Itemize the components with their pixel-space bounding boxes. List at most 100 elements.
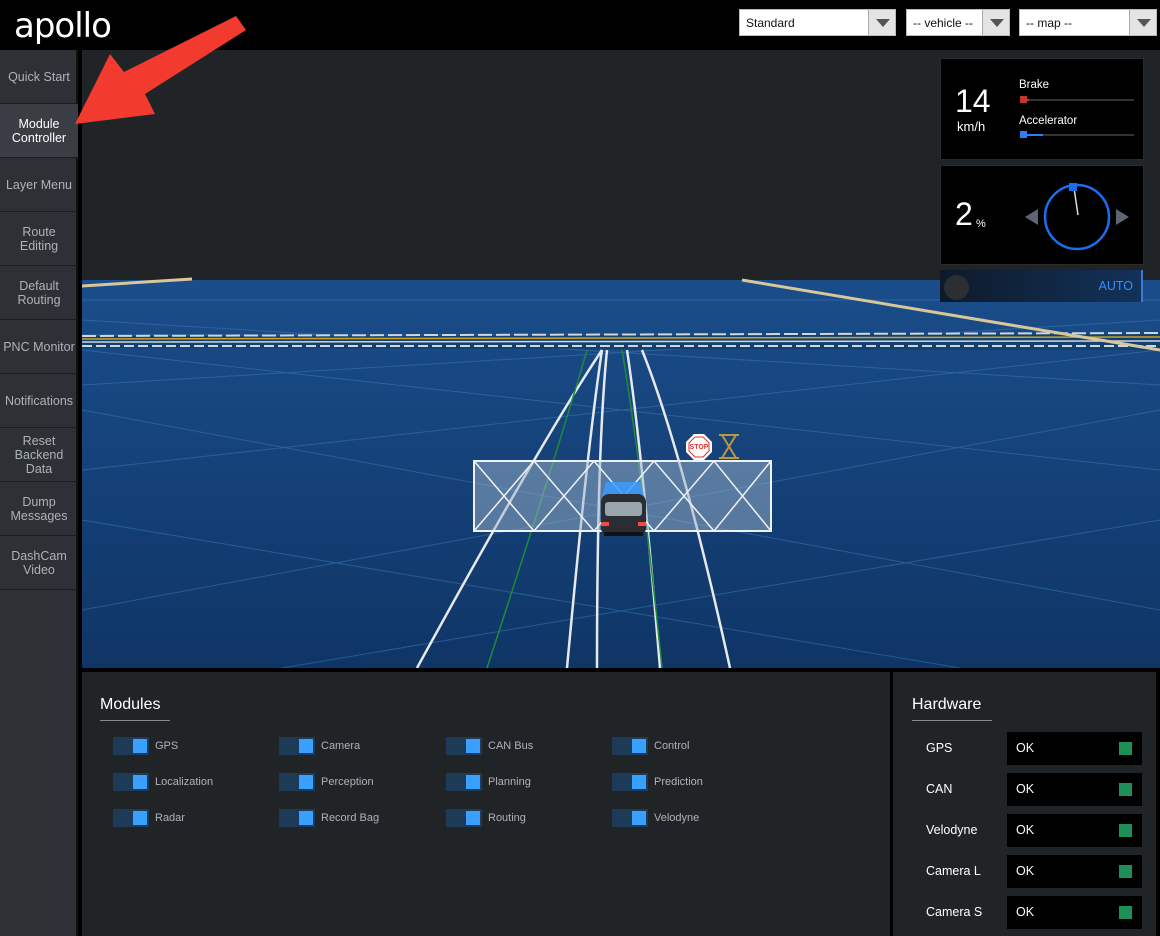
module-toggle[interactable] [612, 809, 648, 827]
module-can-bus[interactable]: CAN Bus [446, 737, 533, 755]
apollo-logo: apollo [14, 6, 112, 46]
hardware-row-velodyne: Velodyne OK [893, 814, 1156, 847]
module-label: Planning [488, 776, 531, 788]
top-header: apollo Standard -- vehicle -- -- map -- [0, 0, 1160, 50]
module-gps[interactable]: GPS [113, 737, 178, 755]
sidebar-item-module-controller[interactable]: Module Controller [0, 104, 78, 158]
left-turn-icon [1025, 209, 1038, 225]
module-toggle[interactable] [612, 773, 648, 791]
hardware-status: OK [1016, 864, 1035, 878]
hardware-row-can: CAN OK [893, 773, 1156, 806]
module-toggle[interactable] [113, 809, 149, 827]
status-light-icon [1119, 865, 1132, 878]
vehicle-select[interactable]: -- vehicle -- [906, 9, 1010, 36]
accelerator-bar [1020, 131, 1134, 138]
app-window: apollo Standard -- vehicle -- -- map -- … [0, 0, 1160, 936]
driving-mode-indicator[interactable]: AUTO [940, 270, 1143, 302]
module-label: CAN Bus [488, 740, 534, 752]
module-routing[interactable]: Routing [446, 809, 526, 827]
hardware-status-box: OK [1007, 814, 1142, 847]
chevron-down-icon[interactable] [982, 10, 1009, 35]
module-label: Routing [488, 812, 526, 824]
module-toggle[interactable] [113, 773, 149, 791]
sidebar-item-dump-messages[interactable]: Dump Messages [0, 482, 78, 536]
module-toggle[interactable] [113, 737, 149, 755]
module-label: Perception [321, 776, 374, 788]
driving-mode-label: AUTO [1098, 279, 1134, 293]
module-toggle[interactable] [612, 737, 648, 755]
hardware-row-camera-l: Camera L OK [893, 855, 1156, 888]
speed-value: 14 [955, 83, 991, 119]
status-light-icon [1119, 906, 1132, 919]
module-label: Radar [155, 812, 185, 824]
sidebar-item-default-routing[interactable]: Default Routing [0, 266, 78, 320]
status-light-icon [1119, 783, 1132, 796]
module-planning[interactable]: Planning [446, 773, 531, 791]
hardware-status: OK [1016, 741, 1035, 755]
sidebar-item-route-editing[interactable]: Route Editing [0, 212, 78, 266]
steering-wheel-icon [1043, 183, 1111, 251]
hardware-name: Camera L [926, 864, 981, 878]
hardware-status: OK [1016, 905, 1035, 919]
module-label: Prediction [654, 776, 703, 788]
module-toggle[interactable] [279, 773, 315, 791]
sidebar-item-reset-backend-data[interactable]: Reset Backend Data [0, 428, 78, 482]
mode-select[interactable]: Standard [739, 9, 896, 36]
accelerator-bar-knob [1020, 131, 1027, 138]
hardware-row-gps: GPS OK [893, 732, 1156, 765]
speed-unit: km/h [957, 119, 986, 134]
hardware-name: CAN [926, 782, 953, 796]
brake-label: Brake [1019, 79, 1050, 91]
status-light-icon [1119, 742, 1132, 755]
vehicle-select-value: -- vehicle -- [913, 16, 974, 30]
chevron-down-icon[interactable] [1129, 10, 1156, 35]
module-perception[interactable]: Perception [279, 773, 374, 791]
module-toggle[interactable] [279, 809, 315, 827]
right-turn-icon [1116, 209, 1129, 225]
sidebar: Quick Start Module Controller Layer Menu… [0, 50, 78, 936]
brake-bar [1020, 96, 1134, 103]
speed-panel: 14 km/h Brake Accelerator [940, 58, 1144, 160]
map-select[interactable]: -- map -- [1019, 9, 1157, 36]
module-toggle[interactable] [446, 737, 482, 755]
module-label: Localization [155, 776, 214, 788]
module-prediction[interactable]: Prediction [612, 773, 703, 791]
module-velodyne[interactable]: Velodyne [612, 809, 699, 827]
sidebar-item-layer-menu[interactable]: Layer Menu [0, 158, 78, 212]
hardware-title: Hardware [912, 696, 992, 721]
chevron-down-icon[interactable] [868, 10, 895, 35]
module-toggle[interactable] [446, 773, 482, 791]
hardware-status: OK [1016, 782, 1035, 796]
module-record-bag[interactable]: Record Bag [279, 809, 379, 827]
module-label: GPS [155, 740, 179, 752]
hardware-status-box: OK [1007, 855, 1142, 888]
sidebar-item-dashcam-video[interactable]: DashCam Video [0, 536, 78, 590]
module-radar[interactable]: Radar [113, 809, 185, 827]
brake-bar-knob [1020, 96, 1027, 103]
steering-wheel-graphic [1025, 183, 1129, 251]
sidebar-item-notifications[interactable]: Notifications [0, 374, 78, 428]
sidebar-item-quick-start[interactable]: Quick Start [0, 50, 78, 104]
map-select-value: -- map -- [1026, 16, 1072, 30]
steering-panel: 2 % [940, 165, 1144, 265]
module-control[interactable]: Control [612, 737, 689, 755]
stop-sign-label: STOP [690, 444, 709, 451]
module-label: Velodyne [654, 812, 700, 824]
hardware-name: Camera S [926, 905, 983, 919]
module-localization[interactable]: Localization [113, 773, 213, 791]
hardware-panel: Hardware GPS OK CAN OK Velodyne OK Camer… [893, 670, 1156, 936]
driving-mode-knob[interactable] [944, 275, 969, 300]
hardware-name: GPS [926, 741, 953, 755]
modules-panel: Modules GPS Camera CAN Bus Control Local… [82, 670, 890, 936]
status-light-icon [1119, 824, 1132, 837]
module-camera[interactable]: Camera [279, 737, 360, 755]
hardware-status-box: OK [1007, 732, 1142, 765]
module-label: Camera [321, 740, 361, 752]
sidebar-item-pnc-monitor[interactable]: PNC Monitor [0, 320, 78, 374]
hardware-status-box: OK [1007, 773, 1142, 806]
module-toggle[interactable] [446, 809, 482, 827]
module-label: Control [654, 740, 690, 752]
module-toggle[interactable] [279, 737, 315, 755]
hardware-name: Velodyne [926, 823, 978, 837]
hardware-status-box: OK [1007, 896, 1142, 929]
